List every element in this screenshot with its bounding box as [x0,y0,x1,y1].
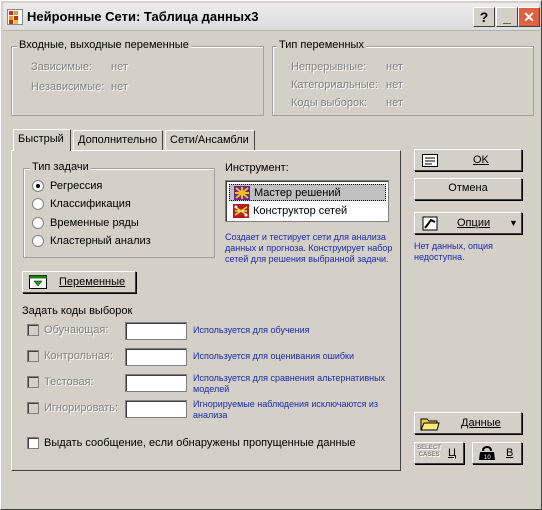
validation-note: Используется для оценивания ошибки [193,351,354,361]
missing-data-checkbox[interactable] [27,437,39,449]
ok-button-label: OK [473,154,489,166]
ok-icon [422,154,438,167]
validation-label: Контрольная: [44,350,113,362]
categorical-label: Категориальные: [291,79,378,91]
folder-icon [420,416,440,431]
data-button[interactable]: Данные [414,412,522,434]
tool-item-designer[interactable]: Конструктор сетей [229,203,386,220]
test-checkbox[interactable] [27,376,39,388]
minimize-button[interactable]: _ [496,7,518,27]
radio-classification[interactable] [32,198,44,210]
cancel-button-label: Отмена [448,182,488,194]
ok-button[interactable]: OK [414,149,522,171]
sample-codes-heading: Задать коды выборок [22,305,133,317]
sample-codes-label: Коды выборок: [291,97,367,109]
select-cases-label: Ц [448,447,457,459]
categorical-value: нет [386,79,403,91]
tool-listbox: Мастер решений Конструктор сетей [225,180,389,222]
variables-button-label: Переменные [59,276,126,288]
tab-advanced[interactable]: Дополнительно [73,130,163,150]
select-cases-icon: SELECT CASES [417,445,441,458]
data-button-label: Данные [461,417,501,429]
options-note: Нет данных, опция недоступна. [414,241,493,262]
io-vars-legend: Входные, выходные переменные [17,39,191,51]
ignore-code-input[interactable] [125,400,187,418]
test-code-input[interactable] [125,374,187,392]
dependent-value: нет [111,61,128,73]
test-note: Используется для сравнения альтернативны… [193,373,386,394]
dependent-label: Зависимые: [31,61,93,73]
help-button[interactable]: ? [473,7,495,27]
weight-button-label: В [506,447,514,459]
radio-cluster[interactable] [32,235,44,247]
validation-code-input[interactable] [125,348,187,366]
task-type-legend: Тип задачи [30,161,91,173]
weight-icon: 10 [478,445,496,461]
continuous-value: нет [386,61,403,73]
designer-icon [233,204,249,218]
wizard-icon [234,186,250,200]
dropdown-arrow-icon: ▼ [509,218,518,228]
cancel-button[interactable]: Отмена [414,178,522,200]
tool-item-wizard-label: Мастер решений [254,187,341,199]
tool-item-wizard[interactable]: Мастер решений [229,184,386,201]
missing-data-label: Выдать сообщение, если обнаружены пропущ… [44,437,356,449]
tab-quick[interactable]: Быстрый [13,129,71,151]
title-bar[interactable]: Нейронные Сети: Таблица данных3 ? _ ✕ [3,3,540,31]
options-button-label: Опции [457,217,491,229]
sample-codes-value: нет [386,97,403,109]
independent-label: Независимые: [31,81,105,93]
radio-regression-label: Регрессия [50,180,103,192]
radio-time-series[interactable] [32,217,44,229]
app-icon [7,9,23,25]
ignore-label: Игнорировать: [44,402,119,414]
ignore-note: Игнорируемые наблюдения исключаются из а… [193,399,379,420]
options-icon [422,216,438,231]
variables-icon [29,275,47,289]
options-button[interactable]: Опции ▼ [414,212,522,234]
training-checkbox[interactable] [27,324,39,336]
svg-text:10: 10 [484,455,491,461]
validation-checkbox[interactable] [27,350,39,362]
radio-classification-label: Классификация [50,198,131,210]
var-types-legend: Тип переменных [277,39,366,51]
tool-description: Создает и тестирует сети для анализа дан… [225,232,393,264]
radio-time-series-label: Временные ряды [50,217,139,229]
test-label: Тестовая: [44,376,94,388]
tool-item-designer-label: Конструктор сетей [253,205,348,217]
training-label: Обучающая: [44,324,109,336]
tab-networks[interactable]: Сети/Ансамбли [165,130,255,150]
weight-button[interactable]: 10 В [472,442,522,464]
variables-button[interactable]: Переменные [22,271,136,293]
close-button[interactable]: ✕ [518,7,540,27]
tool-label: Инструмент: [225,162,289,174]
select-cases-button[interactable]: SELECT CASES Ц [414,442,464,464]
independent-value: нет [111,81,128,93]
ignore-checkbox[interactable] [27,402,39,414]
continuous-label: Непрерывные: [291,61,367,73]
training-note: Используется для обучения [193,325,310,335]
radio-regression[interactable] [32,180,44,192]
dialog-window: Нейронные Сети: Таблица данных3 ? _ ✕ Вх… [0,0,542,510]
window-title: Нейронные Сети: Таблица данных3 [27,9,259,24]
training-code-input[interactable] [125,322,187,340]
radio-cluster-label: Кластерный анализ [50,235,151,247]
